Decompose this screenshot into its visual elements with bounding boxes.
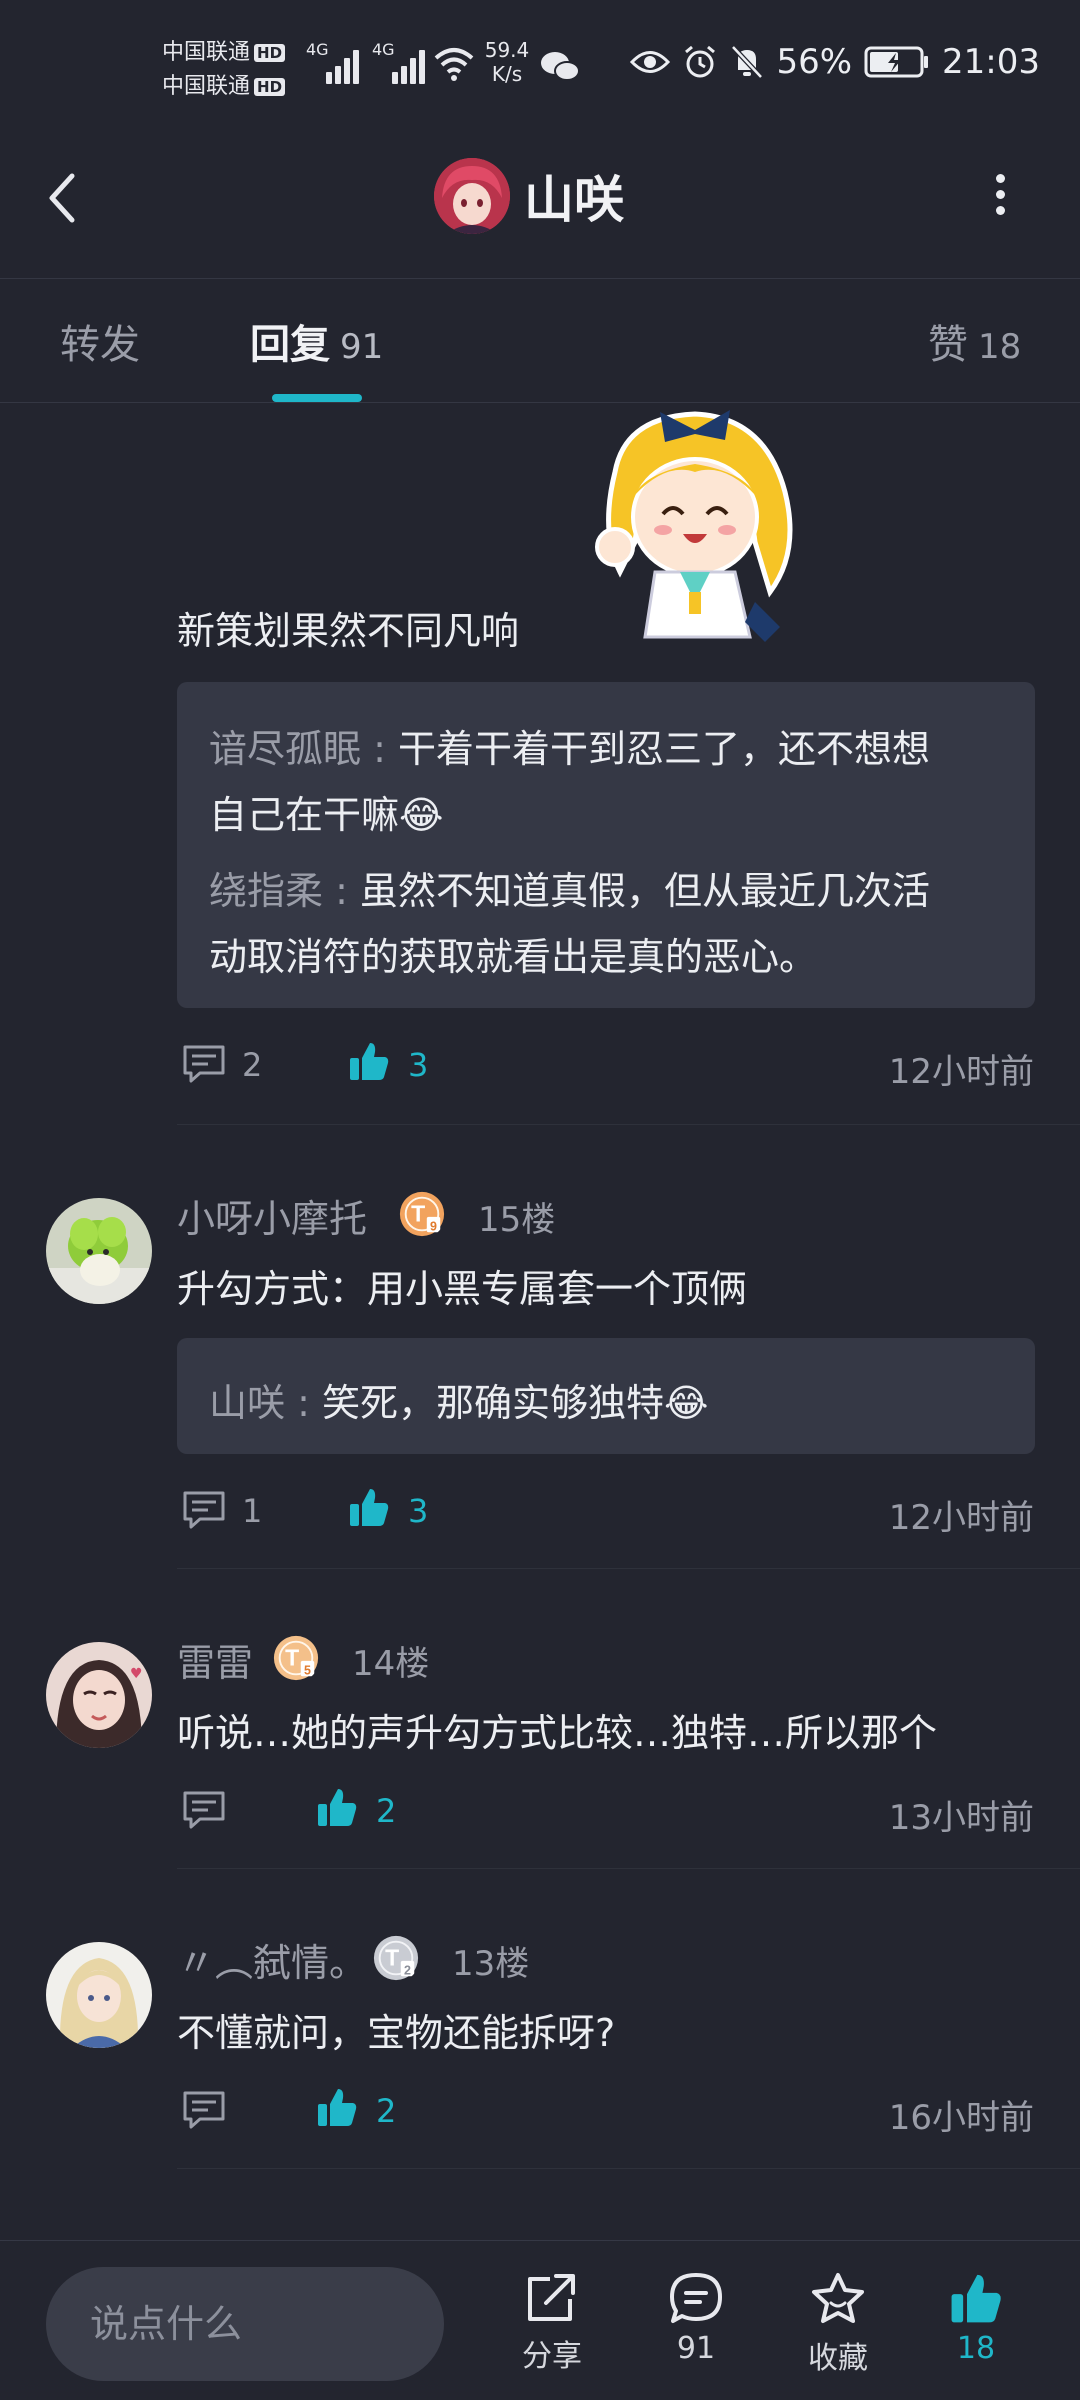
comment-icon[interactable] [182,1044,226,1084]
like-icon[interactable] [348,1486,390,1528]
carrier-2: 中国联通 HD [162,68,286,100]
active-tab-indicator [272,394,362,402]
comment-icon[interactable] [182,1490,226,1530]
share-label: 分享 [522,2339,582,2374]
wifi-icon [434,48,474,81]
carrier-1: 中国联通 HD [162,34,286,66]
level-letter: T [411,1201,425,1227]
reply-preview-box[interactable]: 山咲 : 笑死，那确实够独特😂 [177,1338,1035,1454]
battery-percent: 56% [776,42,853,82]
reply-preview-box[interactable]: 谙尽孤眠 : 干着干着干到忍三了，还不想想 自己在干嘛😂 绕指柔 : 虽然不知道… [177,682,1035,1008]
post-text: 不懂就问，宝物还能拆呀? [177,2011,616,2055]
divider [177,1868,1080,1869]
username[interactable]: 雷雷 [177,1632,253,1687]
signal-icon-2 [392,48,432,84]
reply-line: 谙尽孤眠 : 干着干着干到忍三了，还不想想 [209,727,930,771]
network-speed: 59.4 K/s [484,38,530,86]
comment-input[interactable]: 说点什么 [46,2267,444,2381]
reply-author: 谙尽孤眠 [209,727,362,771]
wechat-icon [541,52,580,81]
bottom-action-bar: 说点什么 分享 91 收藏 18 [0,2240,1080,2400]
user-avatar[interactable] [46,1942,152,2048]
share-button[interactable]: 分享 [492,2271,612,2375]
tab-repost[interactable]: 转发 [60,312,140,370]
divider [177,2168,1080,2169]
level-number: 2 [404,1963,411,1977]
mute-icon [731,45,764,79]
status-bar: 中国联通 HD 中国联通 HD 4G 4G 59.4 K/s 56% 21:03 [0,0,1080,130]
reply-line: 自己在干嘛😂 [209,793,444,837]
user-avatar[interactable]: ♥ [46,1642,152,1748]
username[interactable]: 小呀小摩托 [177,1188,367,1243]
post-time: 12小时前 [888,1498,1034,1538]
divider [0,278,1080,279]
reply-line: 山咲 : 笑死，那确实够独特😂 [209,1381,709,1425]
post-time: 16小时前 [888,2098,1034,2138]
username[interactable]: 〃︵弑情。 [177,1932,367,1987]
reply-line: 动取消符的获取就看出是真的恶心。 [209,935,818,979]
post-time: 13小时前 [888,1798,1034,1838]
post-text: 升勾方式：用小黑专属套一个顶俩 [177,1267,748,1311]
divider [177,1568,1080,1569]
level-number: 9 [430,1219,437,1233]
level-badge-icon: T 9 [399,1191,445,1237]
likes-count: 18 [956,2331,996,2366]
like-count: 3 [408,1046,429,1084]
post-time: 12小时前 [888,1052,1034,1092]
comment-count: 2 [242,1046,263,1084]
like-count: 3 [408,1492,429,1530]
level-badge-icon: T 2 [373,1935,419,1981]
like-icon[interactable] [348,1040,390,1082]
divider [0,402,1080,403]
comment-icon[interactable] [182,1790,226,1830]
floor-number: 13楼 [452,1944,530,1984]
battery-icon [864,46,929,78]
level-letter: T [385,1945,399,1971]
level-letter: T [285,1645,299,1671]
share-icon [528,2274,575,2321]
back-arrow-icon[interactable] [40,168,90,228]
comments-button[interactable]: 91 [636,2271,756,2366]
comments-count: 91 [676,2331,716,2366]
author-avatar[interactable] [434,158,510,234]
comment-icon[interactable] [182,2090,226,2130]
level-badge-icon: T 5 [273,1635,319,1681]
floor-number: 15楼 [478,1200,556,1240]
user-avatar[interactable] [46,1198,152,1304]
star-icon [812,2273,864,2323]
reply-line: 绕指柔 : 虽然不知道真假，但从最近几次活 [209,869,930,913]
favorite-label: 收藏 [808,2341,868,2376]
signal-icon-1 [326,48,366,84]
more-options-icon[interactable] [986,174,1014,218]
favorite-button[interactable]: 收藏 [778,2271,898,2377]
eye-icon [630,51,671,73]
reply-author: 山咲 [209,1381,286,1425]
comment-count: 1 [242,1492,263,1530]
like-button[interactable]: 18 [916,2271,1036,2366]
tab-likes[interactable]: 赞 18 [928,312,1021,370]
post-text: 新策划果然不同凡响 [177,609,520,653]
tab-replies[interactable]: 回复 91 [250,312,383,370]
sticker-anime-girl [595,410,793,642]
floor-number: 14楼 [352,1644,430,1684]
post-text: 听说…她的声升勾方式比较…独特…所以那个 [177,1711,938,1755]
like-icon[interactable] [316,2086,358,2128]
clock: 21:03 [942,42,1040,82]
level-number: 5 [304,1663,311,1677]
thumbs-up-icon [951,2274,1001,2323]
svg-text:♥: ♥ [130,1666,143,1682]
page-title: 山咲 [524,171,624,229]
divider [177,1124,1080,1125]
like-icon[interactable] [316,1786,358,1828]
like-count: 2 [376,2092,397,2130]
comment-bubble-icon [670,2273,722,2323]
like-count: 2 [376,1792,397,1830]
reply-author: 绕指柔 [209,869,324,913]
alarm-icon [685,45,716,78]
